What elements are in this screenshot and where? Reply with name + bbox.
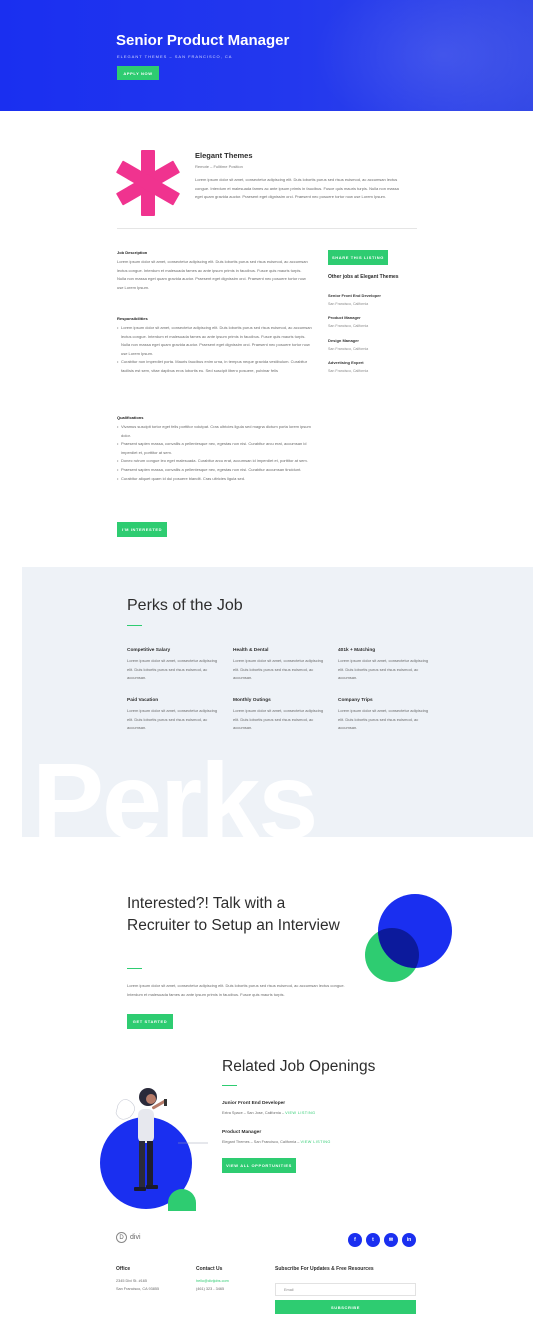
person-illustration (100, 1088, 208, 1211)
contact-heading: Contact Us (196, 1266, 223, 1272)
other-jobs-heading: Other jobs at Elegant Themes (328, 274, 399, 280)
sidebar-job-item[interactable]: Product Manager San Francisco, Californi… (328, 315, 368, 328)
sidebar-job-title[interactable]: Design Manager (328, 338, 368, 343)
perk-title: Company Trips (338, 698, 373, 703)
sidebar-job-title[interactable]: Product Manager (328, 315, 368, 320)
company-name: Elegant Themes (195, 151, 253, 160)
divi-logo[interactable]: D divi (116, 1232, 141, 1243)
email-input[interactable]: Email (275, 1283, 416, 1296)
asterisk-icon (116, 150, 180, 216)
office-line: San Francisco, CA 93855 (116, 1286, 160, 1291)
related-jobs-heading: Related Job Openings (222, 1058, 376, 1075)
company-position-type: Remote – Fulltime Position (195, 164, 243, 169)
heading-underline (222, 1085, 237, 1086)
perk-item: Paid Vacation Lorem ipsum dolor sit amet… (127, 698, 219, 733)
sidebar-job-location: San Francisco, California (328, 302, 369, 306)
sidebar-job-item[interactable]: Design Manager San Francisco, California (328, 338, 368, 351)
sidebar-job-title[interactable]: Advertising Expert (328, 360, 368, 365)
list-item: Curabitur aliquet quam id dui posuere bl… (117, 475, 313, 484)
list-item: Praesent sapien massa, convallis a pelle… (117, 440, 313, 457)
related-job-item: Product Manager Elegant Themes – San Fra… (222, 1130, 331, 1144)
contact-email-link[interactable]: hello@divijobs.com (196, 1278, 229, 1286)
divi-logo-mark: D (116, 1232, 127, 1243)
perk-title: Health & Dental (233, 648, 269, 653)
office-address: 2345 Divi St. #165 San Francisco, CA 938… (116, 1278, 159, 1293)
view-listing-link[interactable]: View Listing (300, 1140, 330, 1144)
subscribe-heading: Subscribe For Updates & Free Resources (275, 1266, 374, 1272)
job-title: Senior Product Manager (116, 32, 290, 49)
qualifications-heading: Qualifications (117, 415, 144, 420)
related-job-meta: Elegant Themes – San Francisco, Californ… (222, 1140, 301, 1144)
twitter-icon[interactable]: t (366, 1233, 380, 1247)
perk-text: Lorem ipsum dolor sit amet, consectetur … (127, 658, 218, 680)
office-heading: Office (116, 1266, 131, 1272)
responsibilities-heading: Responsibilities (117, 316, 148, 321)
heading-underline (127, 968, 142, 969)
perk-title: Competitive Salary (127, 648, 171, 653)
related-job-meta: Extra Space – San Jose, California – (222, 1111, 286, 1115)
job-description-text: Lorem ipsum dolor sit amet, consectetur … (117, 259, 308, 290)
list-item: Curabitur non imperdiet porta. Mauris fa… (117, 358, 313, 375)
apply-now-button[interactable]: Apply Now (117, 66, 159, 80)
perk-text: Lorem ipsum dolor sit amet, consectetur … (338, 658, 429, 680)
qualifications-list: Vivamus suscipit tortor eget felis portt… (117, 423, 313, 483)
sidebar-job-item[interactable]: Senior Front End Developer San Francisco… (328, 293, 381, 306)
contact-info: hello@divijobs.com (461) 323 - 3465 (196, 1278, 229, 1293)
view-listing-link[interactable]: View Listing (285, 1111, 315, 1115)
sidebar-job-location: San Francisco, California (328, 347, 369, 351)
sidebar-job-location: San Francisco, California (328, 324, 369, 328)
hero-background-decoration (313, 0, 533, 111)
perk-title: 401k + Matching (338, 648, 376, 653)
related-job-title[interactable]: Product Manager (222, 1130, 331, 1135)
office-line: 2345 Divi St. #165 (116, 1279, 148, 1283)
sidebar-job-title[interactable]: Senior Front End Developer (328, 293, 381, 298)
job-subtitle: Elegant Themes – San Francisco, CA (117, 54, 233, 59)
contact-phone: (461) 323 - 3465 (196, 1286, 225, 1291)
view-all-opportunities-button[interactable]: View All Opportunities (222, 1158, 296, 1173)
share-listing-button[interactable]: Share This Listing (328, 250, 388, 265)
perks-section: Perks Perks of the Job Competitive Salar… (22, 567, 533, 837)
perk-text: Lorem ipsum dolor sit amet, consectetur … (233, 708, 324, 730)
interested-text: Lorem ipsum dolor sit amet, consectetur … (127, 983, 345, 997)
divider (117, 228, 417, 229)
perks-background-word: Perks (32, 740, 318, 838)
perk-text: Lorem ipsum dolor sit amet, consectetur … (338, 708, 429, 730)
perk-item: Company Trips Lorem ipsum dolor sit amet… (338, 698, 430, 733)
sidebar-job-location: San Francisco, California (328, 369, 369, 373)
list-item: Donec rutrum congue leo eget malesuada. … (117, 457, 313, 466)
email-icon[interactable]: ✉ (384, 1233, 398, 1247)
list-item: Praesent sapien massa, convallis a pelle… (117, 466, 313, 475)
perk-item: Competitive Salary Lorem ipsum dolor sit… (127, 648, 219, 683)
list-item: Lorem ipsum dolor sit amet, consectetur … (117, 324, 313, 358)
job-description-heading: Job Description (117, 250, 148, 255)
facebook-icon[interactable]: f (348, 1233, 362, 1247)
perk-item: 401k + Matching Lorem ipsum dolor sit am… (338, 648, 430, 683)
perks-heading: Perks of the Job (127, 597, 243, 614)
related-job-title[interactable]: Junior Front End Developer (222, 1101, 315, 1106)
im-interested-button[interactable]: I'm Interested (117, 522, 167, 537)
hero-banner: Senior Product Manager Elegant Themes – … (0, 0, 533, 111)
divi-logo-text: divi (130, 1234, 141, 1241)
subscribe-button[interactable]: Subscribe (275, 1300, 416, 1314)
heading-underline (127, 625, 142, 626)
linkedin-icon[interactable]: in (402, 1233, 416, 1247)
perk-title: Monthly Outings (233, 698, 271, 703)
company-description: Lorem ipsum dolor sit amet, consectetur … (195, 177, 399, 199)
perk-item: Health & Dental Lorem ipsum dolor sit am… (233, 648, 325, 683)
related-job-item: Junior Front End Developer Extra Space –… (222, 1101, 315, 1115)
responsibilities-list: Lorem ipsum dolor sit amet, consectetur … (117, 324, 313, 376)
get-started-button[interactable]: Get Started (127, 1014, 173, 1029)
perk-title: Paid Vacation (127, 698, 159, 703)
list-item: Vivamus suscipit tortor eget felis portt… (117, 423, 313, 440)
perk-text: Lorem ipsum dolor sit amet, consectetur … (233, 658, 324, 680)
sidebar-job-item[interactable]: Advertising Expert San Francisco, Califo… (328, 360, 368, 373)
perk-item: Monthly Outings Lorem ipsum dolor sit am… (233, 698, 325, 733)
circle-overlap (378, 894, 452, 968)
interested-heading: Interested?! Talk with a Recruiter to Se… (127, 895, 340, 934)
perk-text: Lorem ipsum dolor sit amet, consectetur … (127, 708, 218, 730)
overlap-shape (378, 928, 419, 968)
